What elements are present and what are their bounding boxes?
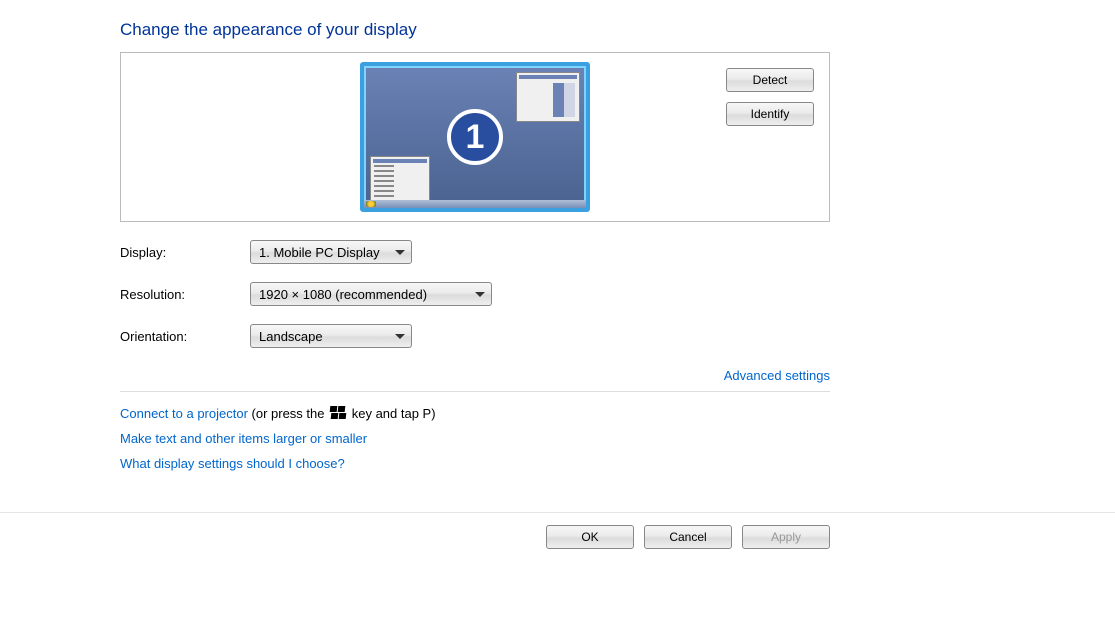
display-dropdown-value: 1. Mobile PC Display [259, 245, 380, 260]
help-link[interactable]: What display settings should I choose? [120, 456, 345, 471]
orientation-dropdown-value: Landscape [259, 329, 323, 344]
orientation-dropdown[interactable]: Landscape [250, 324, 412, 348]
page-heading: Change the appearance of your display [120, 20, 830, 40]
cancel-button[interactable]: Cancel [644, 525, 732, 549]
text-size-link[interactable]: Make text and other items larger or smal… [120, 431, 367, 446]
projector-hint-suffix: key and tap P) [348, 406, 435, 421]
chevron-down-icon [475, 292, 485, 297]
display-preview-area: 1 Detect Identify [120, 52, 830, 222]
ok-button[interactable]: OK [546, 525, 634, 549]
monitor-number-badge: 1 [447, 109, 503, 165]
projector-hint-prefix: (or press the [248, 406, 328, 421]
orientation-label: Orientation: [120, 329, 250, 344]
identify-button[interactable]: Identify [726, 102, 814, 126]
apply-button: Apply [742, 525, 830, 549]
preview-window-icon [516, 72, 580, 122]
preview-taskbar [364, 200, 586, 208]
connect-projector-link[interactable]: Connect to a projector [120, 406, 248, 421]
resolution-label: Resolution: [120, 287, 250, 302]
advanced-settings-link[interactable]: Advanced settings [724, 368, 830, 383]
resolution-dropdown-value: 1920 × 1080 (recommended) [259, 287, 427, 302]
detect-button[interactable]: Detect [726, 68, 814, 92]
display-dropdown[interactable]: 1. Mobile PC Display [250, 240, 412, 264]
preview-window-icon [370, 156, 430, 202]
chevron-down-icon [395, 250, 405, 255]
chevron-down-icon [395, 334, 405, 339]
monitor-1-preview[interactable]: 1 [360, 62, 590, 212]
divider [120, 391, 830, 392]
windows-key-icon [330, 406, 346, 420]
display-label: Display: [120, 245, 250, 260]
resolution-dropdown[interactable]: 1920 × 1080 (recommended) [250, 282, 492, 306]
footer-divider [0, 512, 1115, 513]
